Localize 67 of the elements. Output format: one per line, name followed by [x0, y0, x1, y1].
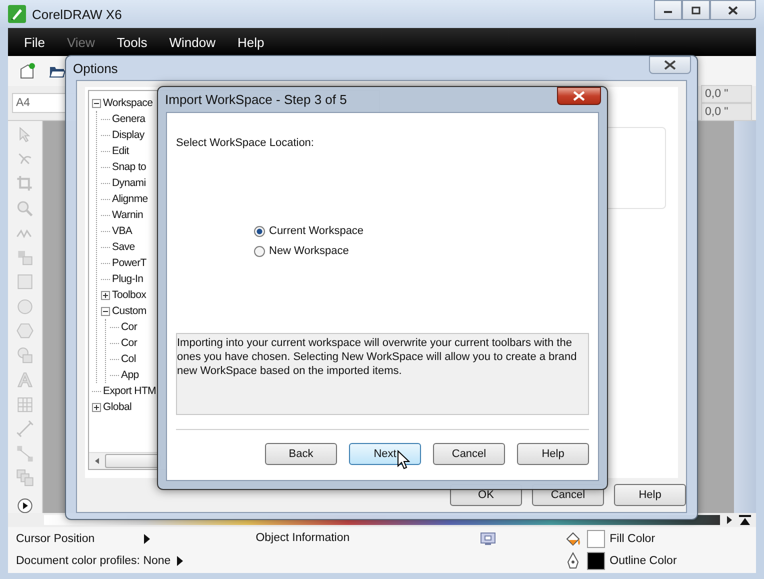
play-button-icon[interactable]: [17, 498, 33, 514]
close-button[interactable]: [710, 0, 756, 20]
dialog-title: Options: [73, 60, 118, 76]
tree-item[interactable]: Genera: [112, 113, 146, 125]
tree-item[interactable]: PowerT: [112, 257, 146, 269]
close-button[interactable]: [557, 87, 601, 105]
tree-item[interactable]: Global: [103, 401, 132, 413]
radio-option[interactable]: Current Workspace: [254, 225, 589, 237]
close-icon: [664, 60, 676, 70]
tree-item[interactable]: Custom: [112, 305, 146, 317]
scroll-right-icon[interactable]: [724, 514, 734, 526]
expand-icon[interactable]: [101, 290, 110, 300]
tree-item[interactable]: Cor: [121, 321, 138, 333]
color-swatch[interactable]: [586, 552, 605, 570]
tree-item[interactable]: Dynami: [112, 177, 146, 189]
tree-item[interactable]: Col: [121, 353, 136, 365]
wizard-button[interactable]: Back: [265, 443, 337, 465]
mouse-pointer-icon: [397, 450, 410, 470]
swatch-label: Outline Color: [610, 555, 677, 567]
close-button[interactable]: [649, 56, 691, 74]
close-icon: [728, 6, 738, 14]
window-title: CorelDRAW X6: [32, 6, 122, 22]
prompt-text: Select WorkSpace Location:: [176, 137, 315, 149]
tree-item[interactable]: VBA: [112, 225, 132, 237]
tree-item[interactable]: Toolbox: [112, 289, 146, 301]
cursor-position-label: Cursor Position: [16, 533, 96, 545]
new-document-icon[interactable]: [18, 62, 36, 80]
tree-item[interactable]: Warnin: [112, 209, 144, 221]
tree-item[interactable]: Cor: [121, 337, 138, 349]
tree-item[interactable]: Plug-In: [112, 273, 144, 285]
expand-icon[interactable]: [92, 402, 101, 412]
expand-palette-icon[interactable]: [738, 514, 752, 526]
wizard-button[interactable]: Help: [517, 443, 589, 465]
x-position-field[interactable]: 0,0 ": [701, 85, 752, 103]
maximize-button[interactable]: [682, 0, 710, 20]
menu-item[interactable]: Tools: [116, 34, 148, 50]
tree-item[interactable]: Snap to: [112, 161, 146, 173]
menu-item[interactable]: Window: [169, 34, 216, 50]
swatch-label: Fill Color: [610, 533, 656, 545]
app-logo-icon: [8, 5, 26, 23]
paint-bucket-icon: [564, 530, 582, 548]
collapse-icon[interactable]: [101, 306, 110, 316]
close-icon: [573, 91, 585, 101]
caret-icon[interactable]: [176, 556, 184, 566]
description-text: Importing into your current workspace will overwrite your current toolbars with the ones you have chosen. Selecting New WorkSpace will allow you to create a brand new WorkSpace based on the imported items.: [176, 333, 589, 415]
collapse-icon[interactable]: [92, 98, 101, 108]
caret-icon[interactable]: [143, 534, 151, 544]
monitor-icon[interactable]: [480, 532, 496, 546]
dialog-title: Import WorkSpace - Step 3 of 5: [165, 92, 347, 107]
minimize-button[interactable]: [654, 0, 682, 20]
tree-item[interactable]: Save: [112, 241, 135, 253]
radio-option[interactable]: New Workspace: [254, 245, 589, 257]
tree-item[interactable]: Export HTM: [103, 385, 156, 397]
tree-item[interactable]: Display: [112, 129, 144, 141]
tree-item[interactable]: Alignme: [112, 193, 148, 205]
wizard-button[interactable]: Cancel: [433, 443, 505, 465]
dialog-button[interactable]: Help: [614, 484, 686, 506]
tree-item[interactable]: Edit: [112, 145, 129, 157]
color-profiles-label[interactable]: Document color profiles: None: [16, 555, 171, 567]
maximize-icon: [691, 6, 701, 14]
object-information-label: Object Information: [256, 532, 350, 544]
menu-item[interactable]: File: [24, 34, 45, 50]
y-position-field[interactable]: 0,0 ": [701, 103, 752, 121]
menu-item[interactable]: Help: [238, 34, 264, 50]
tree-item[interactable]: App: [121, 369, 139, 381]
color-swatch[interactable]: [586, 530, 605, 548]
scroll-left-icon[interactable]: [93, 457, 101, 465]
